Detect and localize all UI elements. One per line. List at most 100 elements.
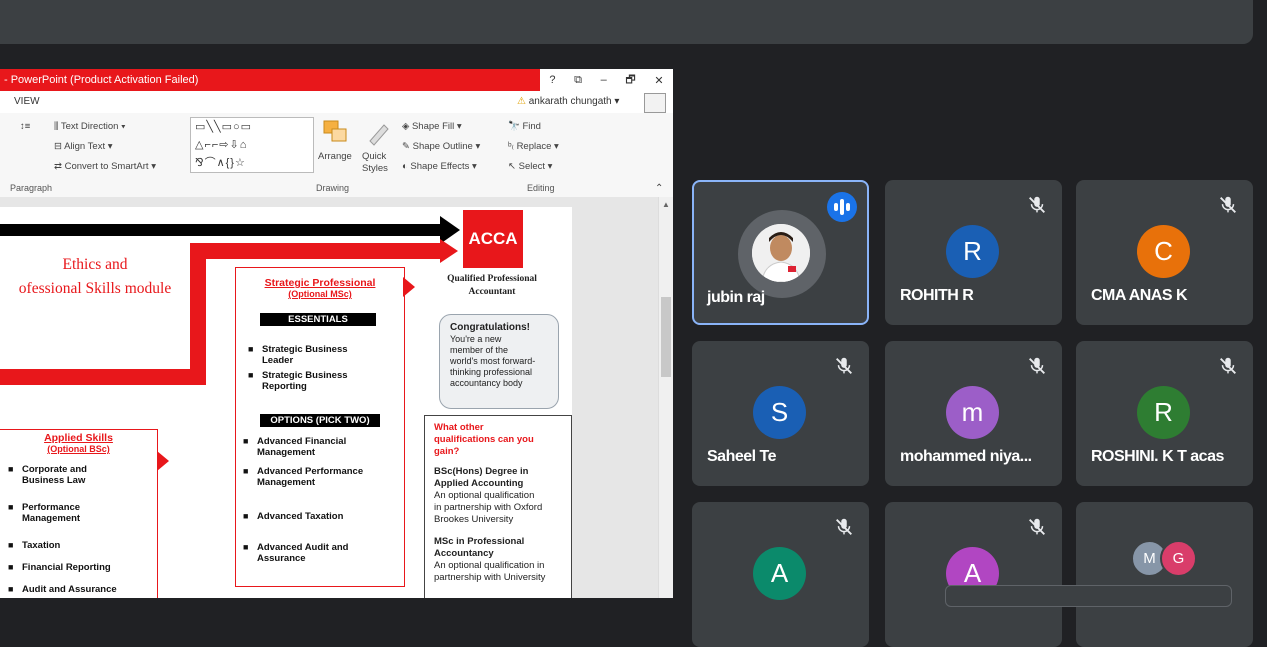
editing-group-label: Editing [527, 183, 555, 193]
essential-item: Strategic BusinessLeader [248, 344, 347, 366]
replace-button[interactable]: ᵇ₍ Replace ▾ [508, 141, 559, 152]
participant-tile[interactable]: S Saheel Te [692, 341, 869, 486]
participant-name: CMA ANAS K [1091, 287, 1188, 304]
select-button[interactable]: ↖ Select ▾ [508, 161, 552, 172]
bottom-popup [945, 585, 1232, 607]
shapes-gallery[interactable]: ▭╲╲▭○▭ △⌐⌐⇨⇩⌂ ⅋⌒∧{}☆ [190, 117, 314, 173]
option-item: Advanced PerformanceManagement [243, 466, 363, 488]
account-user[interactable]: ⚠ ankarath chungath ▾ [517, 96, 619, 107]
slide-canvas: Ethics and ofessional Skills module ACCA… [0, 197, 658, 598]
collapse-ribbon-icon[interactable]: ⌃ [655, 183, 663, 194]
avatar: R [1137, 386, 1190, 439]
shape-outline-button[interactable]: ✎ Shape Outline ▾ [402, 141, 480, 152]
essentials-label: ESSENTIALS [260, 313, 376, 326]
scroll-thumb[interactable] [661, 297, 671, 377]
ethics-module-label: Ethics and ofessional Skills module [18, 256, 172, 297]
participant-tile[interactable]: R ROHITH R [885, 180, 1062, 325]
participant-tile[interactable]: A [692, 502, 869, 647]
participant-name: ROHITH R [900, 287, 974, 304]
avatar: m [946, 386, 999, 439]
option-item: Advanced Audit andAssurance [243, 542, 348, 564]
participant-tile[interactable]: C CMA ANAS K [1076, 180, 1253, 325]
shared-screen-powerpoint: - PowerPoint (Product Activation Failed)… [0, 69, 673, 598]
shape-effects-button[interactable]: ◐ Shape Effects ▾ [402, 161, 477, 172]
help-icon[interactable]: ? [549, 74, 555, 86]
ribbon: ↕≡ ⫼ Text Direction ▾ ⊟ Align Text ▾ ⇄ C… [0, 113, 673, 198]
find-button[interactable]: 🔭 Find [508, 121, 541, 132]
red-arrow-head [440, 239, 458, 263]
congratulations-box: Congratulations! You're a new member of … [439, 314, 559, 409]
strategic-title: Strategic Professional [264, 277, 376, 289]
avatar: S [753, 386, 806, 439]
arrange-button[interactable]: Arrange [318, 151, 352, 162]
participant-tile[interactable]: A [885, 502, 1062, 647]
participant-tile[interactable]: m mohammed niya... [885, 341, 1062, 486]
binoculars-icon: 🔭 [508, 121, 523, 132]
quick-styles-button[interactable]: Quick Styles [362, 151, 396, 175]
applied-skills-box: Applied Skills (Optional BSc) Corporate … [0, 429, 158, 598]
participant-name: jubin raj [707, 289, 765, 306]
align-text-button[interactable]: ⊟ Align Text ▾ [54, 141, 113, 152]
warning-icon: ⚠ [517, 96, 529, 107]
black-arrow-shaft [0, 224, 440, 236]
ribbon-display-icon[interactable]: ⧉ [574, 74, 582, 87]
avatar-photo [752, 224, 810, 282]
vertical-scrollbar[interactable]: ▲ [658, 197, 673, 598]
mic-off-icon [833, 355, 855, 377]
qualifications-box: What other qualifications can you gain? … [424, 415, 572, 598]
applied-pointer [157, 451, 169, 471]
participant-name: Saheel Te [707, 448, 777, 465]
drawing-group-label: Drawing [316, 183, 350, 193]
line-spacing-icon[interactable]: ↕≡ [20, 121, 30, 132]
participant-tile[interactable]: R ROSHINI. K T acas [1076, 341, 1253, 486]
applied-title: Applied Skills [44, 432, 113, 444]
text-direction-icon: ⫼ [54, 121, 61, 132]
scroll-up-icon[interactable]: ▲ [662, 200, 670, 209]
strategic-pointer [403, 277, 415, 297]
mic-off-icon [833, 516, 855, 538]
top-bar [0, 0, 1253, 44]
maximize-button[interactable]: 🗗 [625, 71, 635, 90]
option-item: Advanced Taxation [243, 511, 343, 522]
applied-item: Corporate andBusiness Law [8, 464, 87, 486]
small-avatar: G [1160, 540, 1197, 577]
applied-item: Taxation [8, 540, 60, 551]
paint-bucket-icon: ◈ [402, 121, 412, 132]
paragraph-group-label: Paragraph [10, 183, 53, 193]
acca-logo: ACCA [463, 210, 523, 268]
window-controls: ? ⧉ – 🗗 ✕ [540, 69, 673, 91]
window-title: - PowerPoint (Product Activation Failed) [0, 69, 540, 91]
qualified-professional-label: Qualified Professional Accountant [447, 274, 537, 297]
applied-subtitle: (Optional BSc) [47, 444, 110, 454]
convert-smartart-button[interactable]: ⇄ Convert to SmartArt ▾ [54, 161, 156, 172]
close-button[interactable]: ✕ [654, 74, 663, 87]
mic-off-icon [1026, 355, 1048, 377]
strategic-professional-box: Strategic Professional (Optional MSc) ES… [235, 267, 405, 587]
participant-tile[interactable]: MG [1076, 502, 1253, 647]
essential-item: Strategic BusinessReporting [248, 370, 347, 392]
red-arrow-top [190, 243, 440, 259]
quick-styles-icon [366, 119, 392, 147]
replace-icon: ᵇ₍ [508, 141, 517, 152]
arrange-icon [322, 119, 352, 147]
slide: Ethics and ofessional Skills module ACCA… [0, 207, 572, 598]
speaking-indicator-icon [827, 192, 857, 222]
participant-tile[interactable]: jubin raj [692, 180, 869, 325]
shape-fill-button[interactable]: ◈ Shape Fill ▾ [402, 121, 462, 132]
mic-off-icon [1026, 194, 1048, 216]
account-avatar-icon[interactable] [644, 93, 666, 113]
applied-item: Financial Reporting [8, 562, 111, 573]
strategic-subtitle: (Optional MSc) [288, 289, 352, 299]
minimize-button[interactable]: – [601, 74, 607, 86]
smartart-icon: ⇄ [54, 161, 65, 172]
avatar: A [753, 547, 806, 600]
participant-name: mohammed niya... [900, 448, 1032, 465]
tab-view[interactable]: VIEW [14, 96, 40, 107]
avatar: R [946, 225, 999, 278]
red-arrow-vertical [190, 243, 206, 385]
participant-name: ROSHINI. K T acas [1091, 448, 1224, 465]
mic-off-icon [1217, 355, 1239, 377]
red-arrow-bottom [0, 369, 206, 385]
mic-off-icon [1026, 516, 1048, 538]
text-direction-button[interactable]: ⫼ Text Direction ▾ [54, 121, 126, 132]
